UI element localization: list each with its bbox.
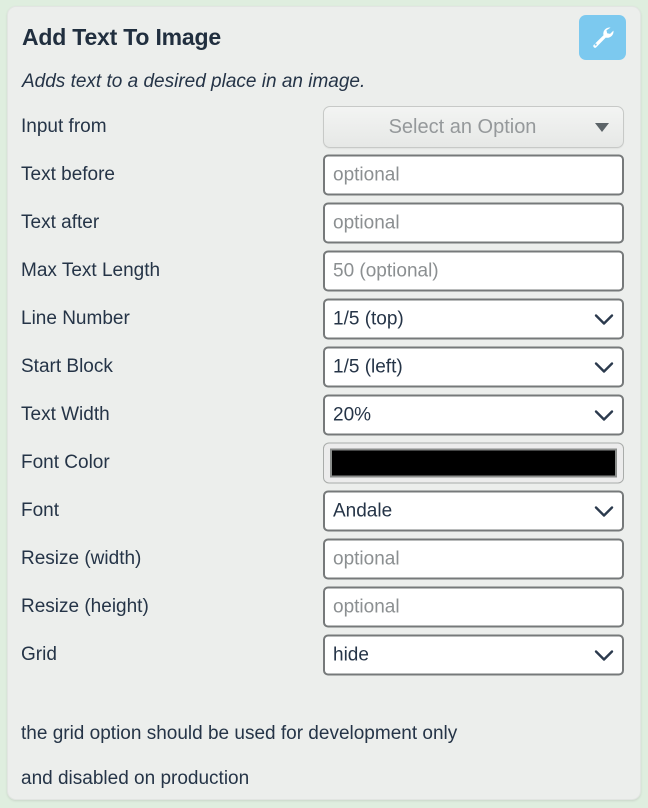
control-text-width: 20% (323, 394, 624, 436)
grid-help-text-line-1: the grid option should be used for devel… (21, 723, 458, 744)
panel-subtitle: Adds text to a desired place in an image… (22, 71, 366, 92)
chevron-down-icon (594, 361, 614, 373)
text-after-input[interactable] (323, 202, 624, 244)
chevron-down-icon (594, 313, 614, 325)
label-font: Font (21, 500, 60, 521)
field-row-start-block: Start Block 1/5 (left) (8, 343, 640, 391)
resize-height-input[interactable] (323, 586, 624, 628)
chevron-down-icon (594, 409, 614, 421)
field-row-max-text-length: Max Text Length (8, 247, 640, 295)
label-max-text-length: Max Text Length (21, 260, 161, 281)
chevron-down-icon (594, 649, 614, 661)
add-text-to-image-panel: Add Text To Image Adds text to a desired… (7, 6, 641, 800)
wrench-icon (590, 25, 615, 50)
chevron-down-icon (595, 122, 609, 132)
field-row-font-color: Font Color (8, 439, 640, 487)
label-text-after: Text after (21, 212, 100, 233)
control-line-number: 1/5 (top) (323, 298, 624, 340)
label-font-color: Font Color (21, 452, 110, 473)
control-resize-width (323, 538, 624, 580)
control-font: Andale (323, 490, 624, 532)
font-select[interactable]: Andale (323, 490, 624, 532)
control-text-before (323, 154, 624, 196)
label-input-from: Input from (21, 116, 107, 137)
label-resize-width: Resize (width) (21, 548, 142, 569)
font-color-input[interactable] (323, 442, 624, 484)
grid-help-text: the grid option should be used for devel… (21, 711, 626, 799)
settings-tool-button[interactable] (579, 15, 626, 60)
max-text-length-input[interactable] (323, 250, 624, 292)
text-width-select[interactable]: 20% (323, 394, 624, 436)
line-number-select[interactable]: 1/5 (top) (323, 298, 624, 340)
field-row-text-width: Text Width 20% (8, 391, 640, 439)
label-start-block: Start Block (21, 356, 113, 377)
control-grid: hide (323, 634, 624, 676)
grid-value: hide (333, 644, 369, 665)
field-row-line-number: Line Number 1/5 (top) (8, 295, 640, 343)
start-block-value: 1/5 (left) (333, 356, 403, 377)
field-row-resize-width: Resize (width) (8, 535, 640, 583)
page-title: Add Text To Image (22, 24, 221, 50)
label-text-width: Text Width (21, 404, 110, 425)
tool-options-form: Input from Select an Option Text before … (8, 103, 640, 679)
panel-header: Add Text To Image Adds text to a desired… (8, 7, 640, 103)
input-from-select[interactable]: Select an Option (323, 106, 624, 148)
grid-help-text-line-2: and disabled on production (21, 768, 250, 789)
chevron-down-icon (594, 505, 614, 517)
control-max-text-length (323, 250, 624, 292)
field-row-grid: Grid hide (8, 631, 640, 679)
font-value: Andale (333, 500, 393, 521)
control-text-after (323, 202, 624, 244)
text-width-value: 20% (333, 404, 372, 425)
field-row-text-after: Text after (8, 199, 640, 247)
resize-width-input[interactable] (323, 538, 624, 580)
font-color-swatch (330, 448, 617, 478)
label-line-number: Line Number (21, 308, 130, 329)
control-input-from: Select an Option (323, 106, 624, 148)
input-from-value: Select an Option (388, 115, 537, 138)
label-grid: Grid (21, 644, 57, 665)
label-resize-height: Resize (height) (21, 596, 149, 617)
control-resize-height (323, 586, 624, 628)
control-font-color (323, 442, 624, 484)
grid-select[interactable]: hide (323, 634, 624, 676)
control-start-block: 1/5 (left) (323, 346, 624, 388)
field-row-text-before: Text before (8, 151, 640, 199)
field-row-input-from: Input from Select an Option (8, 103, 640, 151)
text-before-input[interactable] (323, 154, 624, 196)
field-row-font: Font Andale (8, 487, 640, 535)
line-number-value: 1/5 (top) (333, 308, 404, 329)
label-text-before: Text before (21, 164, 115, 185)
field-row-resize-height: Resize (height) (8, 583, 640, 631)
start-block-select[interactable]: 1/5 (left) (323, 346, 624, 388)
